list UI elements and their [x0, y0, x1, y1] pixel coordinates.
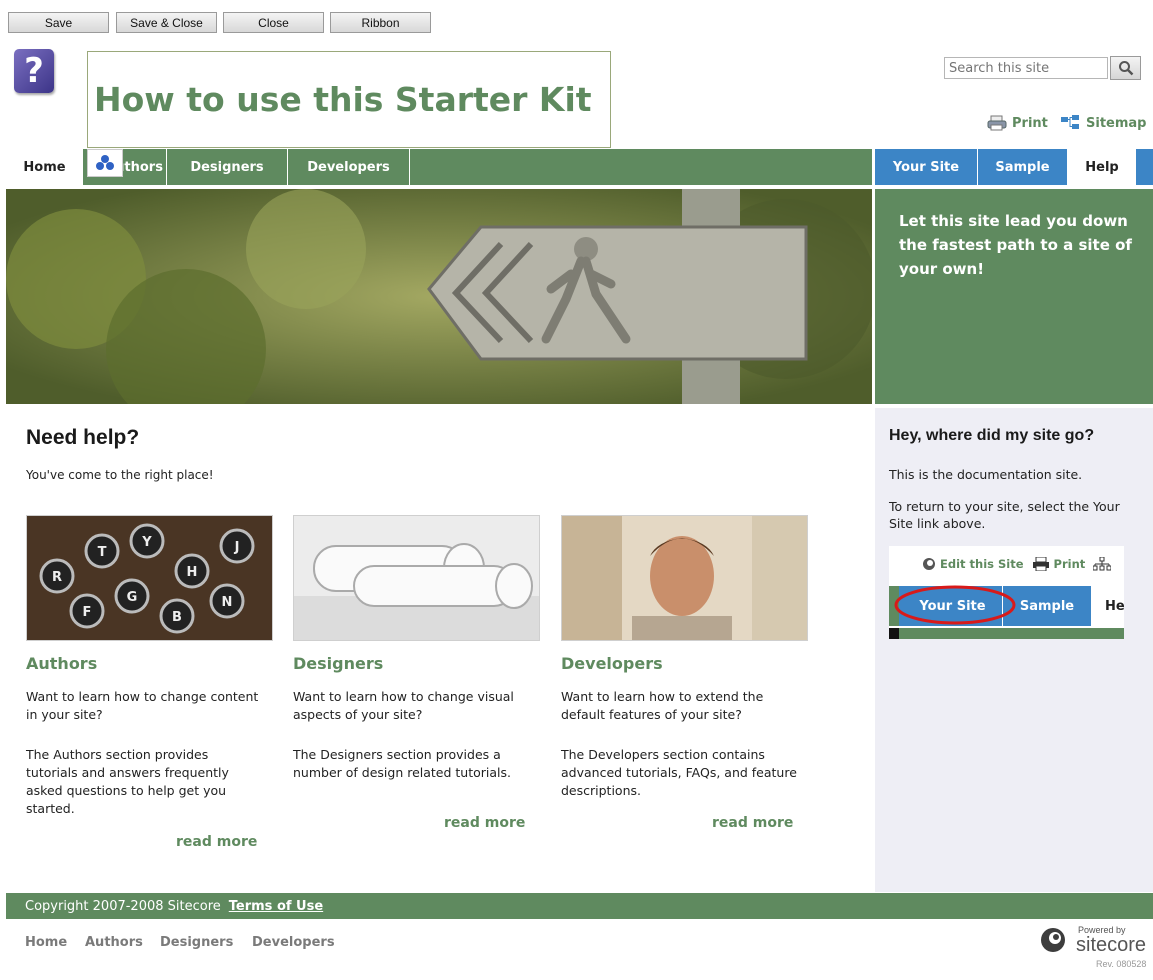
- hero-image: [6, 189, 872, 404]
- designers-text-1: Want to learn how to change visual aspec…: [293, 689, 514, 722]
- footer-link-authors[interactable]: Authors: [85, 935, 143, 950]
- sitemap-label: Sitemap: [1086, 115, 1147, 131]
- sitecore-logo-icon: [923, 558, 935, 570]
- svg-text:R: R: [52, 570, 62, 585]
- copyright-text: Copyright 2007-2008 Sitecore: [25, 898, 221, 914]
- sidebar-site-preview: Edit this Site Print Your Site Sample He: [889, 546, 1124, 639]
- authors-title[interactable]: Authors: [26, 654, 97, 673]
- sitecore-brand: sitecore: [1076, 934, 1147, 956]
- nav-your-site[interactable]: Your Site: [875, 149, 978, 185]
- footer-link-developers[interactable]: Developers: [252, 935, 335, 950]
- mini-bar-edge: [889, 628, 899, 639]
- developers-read-more[interactable]: read more: [712, 815, 793, 831]
- close-button[interactable]: Close: [223, 12, 324, 33]
- mini-help: He: [1091, 586, 1124, 626]
- highlight-circle: [894, 585, 1016, 625]
- main-heading: Need help?: [26, 426, 140, 449]
- designers-text-2: The Designers section provides a number …: [293, 747, 512, 780]
- save-button[interactable]: Save: [8, 12, 109, 33]
- svg-text:F: F: [83, 605, 92, 620]
- printer-icon: [1032, 557, 1049, 571]
- mini-print-label: Print: [1053, 557, 1086, 571]
- footer-bar: Copyright 2007-2008 Sitecore Terms of Us…: [6, 893, 1153, 919]
- footer-link-designers[interactable]: Designers: [160, 935, 233, 950]
- designers-read-more[interactable]: read more: [444, 815, 525, 831]
- svg-text:N: N: [222, 595, 233, 610]
- sitecore-logo[interactable]: [1040, 927, 1066, 957]
- developers-image: [561, 515, 808, 641]
- search-button[interactable]: [1110, 56, 1141, 80]
- authors-read-more[interactable]: read more: [176, 834, 257, 850]
- sitemap-icon: [1093, 557, 1112, 571]
- mini-edit-label: Edit this Site: [940, 557, 1024, 571]
- print-link[interactable]: Print: [987, 115, 1048, 131]
- revision-text: Rev. 080528: [1096, 959, 1147, 969]
- svg-text:H: H: [187, 565, 198, 580]
- svg-text:J: J: [234, 540, 240, 555]
- main-lead: You've come to the right place!: [26, 468, 214, 482]
- print-label: Print: [1012, 115, 1048, 131]
- developers-title[interactable]: Developers: [561, 654, 663, 673]
- sitecore-logo-icon: [1041, 928, 1065, 952]
- page-title: How to use this Starter Kit: [94, 80, 592, 119]
- mini-bar: [889, 628, 1124, 639]
- promo-panel: Let this site lead you down the fastest …: [875, 189, 1153, 404]
- sidebar-text-2: To return to your site, select the Your …: [889, 499, 1120, 531]
- nav-designers[interactable]: Designers: [167, 149, 288, 185]
- terms-link[interactable]: Terms of Use: [229, 899, 323, 914]
- designers-title[interactable]: Designers: [293, 654, 383, 673]
- search-icon: [1118, 61, 1133, 76]
- sidebar-text-1: This is the documentation site.: [889, 467, 1083, 482]
- sitemap-link[interactable]: Sitemap: [1061, 115, 1146, 131]
- authors-image: R T Y H J F G B N: [26, 515, 273, 641]
- ribbon-button[interactable]: Ribbon: [330, 12, 431, 33]
- printer-icon: [987, 115, 1007, 131]
- nav-sample[interactable]: Sample: [978, 149, 1068, 185]
- svg-text:B: B: [172, 610, 182, 625]
- help-question-icon: ?: [14, 49, 54, 93]
- nav-home[interactable]: Home: [6, 149, 84, 185]
- svg-text:Y: Y: [141, 535, 152, 550]
- designers-image: [293, 515, 540, 641]
- page-title-box[interactable]: How to use this Starter Kit: [87, 51, 611, 148]
- authors-text-2: The Authors section provides tutorials a…: [26, 747, 229, 816]
- search-input[interactable]: [944, 57, 1108, 79]
- sitemap-icon: [1061, 115, 1079, 129]
- nav-developers[interactable]: Developers: [288, 149, 410, 185]
- mini-edit-link: Edit this Site Print: [922, 557, 1112, 571]
- developers-text-2: The Developers section contains advanced…: [561, 747, 797, 798]
- save-close-button[interactable]: Save & Close: [116, 12, 217, 33]
- sidebar-heading: Hey, where did my site go?: [889, 427, 1095, 444]
- nav-help[interactable]: Help: [1068, 149, 1136, 185]
- svg-text:G: G: [127, 590, 138, 605]
- edit-frame-icon[interactable]: [87, 149, 123, 177]
- footer-link-home[interactable]: Home: [25, 935, 67, 950]
- developers-text-1: Want to learn how to extend the default …: [561, 689, 764, 722]
- authors-text-1: Want to learn how to change content in y…: [26, 689, 259, 722]
- svg-text:T: T: [98, 545, 107, 560]
- promo-text: Let this site lead you down the fastest …: [899, 212, 1132, 278]
